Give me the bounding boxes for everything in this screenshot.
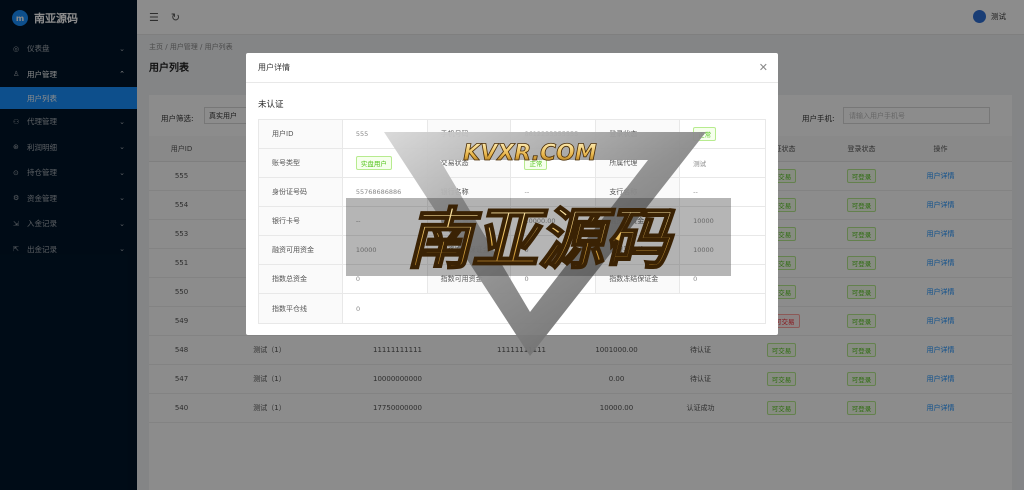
detail-value: 10000.00 xyxy=(511,207,597,235)
detail-label: 融资可用资金 xyxy=(259,236,343,264)
status-badge: 正常 xyxy=(693,127,717,141)
status-badge: 正常 xyxy=(524,156,548,170)
detail-label: 银行名称 xyxy=(427,178,512,206)
detail-label: 账户总资金 xyxy=(427,207,512,235)
auth-status: 未认证 xyxy=(258,100,284,110)
detail-value: 0 xyxy=(343,265,428,293)
detail-value: 实盘用户 xyxy=(343,149,428,177)
detail-row: 指数平仓线 0 xyxy=(259,294,765,323)
detail-row: 银行卡号 -- 账户总资金 10000.00 融资总资金 10000 xyxy=(259,207,765,236)
detail-value: 8612233355555 xyxy=(511,120,597,148)
status-badge: 实盘用户 xyxy=(355,156,392,170)
detail-value: 0 xyxy=(693,275,698,283)
detail-value: 0 xyxy=(356,304,361,313)
detail-row: 指数总资金 0 指数可用资金 0 指数冻结保证金 0 xyxy=(259,265,765,294)
detail-label: 支行名称 xyxy=(596,178,681,206)
modal-header: 用户详情 ✕ xyxy=(246,53,778,83)
detail-value: 10000 xyxy=(693,246,714,254)
detail-value: 正常 xyxy=(680,120,765,148)
detail-label: 融资总资金 xyxy=(596,207,681,235)
detail-value: 正常 xyxy=(511,149,597,177)
detail-table: 用户ID 555 手机号码 8612233355555 登录状态 正常 账号类型 实盘用户 交易… xyxy=(258,119,766,324)
detail-row: 融资可用资金 10000 融资冻结保证金 0 融资平仓线 10000 xyxy=(259,236,765,265)
detail-value: 555 xyxy=(343,120,428,148)
detail-label: 账号类型 xyxy=(259,149,343,177)
detail-row: 身份证号码 55768686886 银行名称 -- 支行名称 -- xyxy=(259,178,765,207)
detail-label: 所属代理 xyxy=(596,149,681,177)
detail-label: 指数冻结保证金 xyxy=(596,265,681,293)
detail-label: 指数平仓线 xyxy=(259,294,343,323)
user-detail-modal: 用户详情 ✕ 未认证 用户ID 555 手机号码 8612233355555 登录状态正… xyxy=(246,53,778,335)
detail-value: 10000 xyxy=(693,217,714,225)
detail-value: 0 xyxy=(511,236,597,264)
detail-value: -- xyxy=(343,207,428,235)
detail-value: -- xyxy=(693,188,698,196)
detail-value: 10000 xyxy=(343,236,428,264)
detail-value: -- xyxy=(511,178,597,206)
modal-title: 用户详情 xyxy=(258,63,290,72)
detail-value: 55768686886 xyxy=(343,178,428,206)
detail-label: 融资平仓线 xyxy=(596,236,681,264)
detail-label: 银行卡号 xyxy=(259,207,343,235)
detail-label: 交易状态 xyxy=(427,149,512,177)
detail-row: 用户ID 555 手机号码 8612233355555 登录状态 正常 xyxy=(259,120,765,149)
close-icon[interactable]: ✕ xyxy=(759,61,768,74)
detail-value: 测试 xyxy=(693,160,707,168)
detail-label: 登录状态 xyxy=(596,120,681,148)
detail-row: 账号类型 实盘用户 交易状态 正常 所属代理 测试 xyxy=(259,149,765,178)
detail-label: 手机号码 xyxy=(427,120,512,148)
detail-label: 指数可用资金 xyxy=(427,265,512,293)
detail-label: 指数总资金 xyxy=(259,265,343,293)
detail-value: 0 xyxy=(511,265,597,293)
detail-label: 用户ID xyxy=(259,120,343,148)
detail-label: 融资冻结保证金 xyxy=(427,236,512,264)
detail-label: 身份证号码 xyxy=(259,178,343,206)
